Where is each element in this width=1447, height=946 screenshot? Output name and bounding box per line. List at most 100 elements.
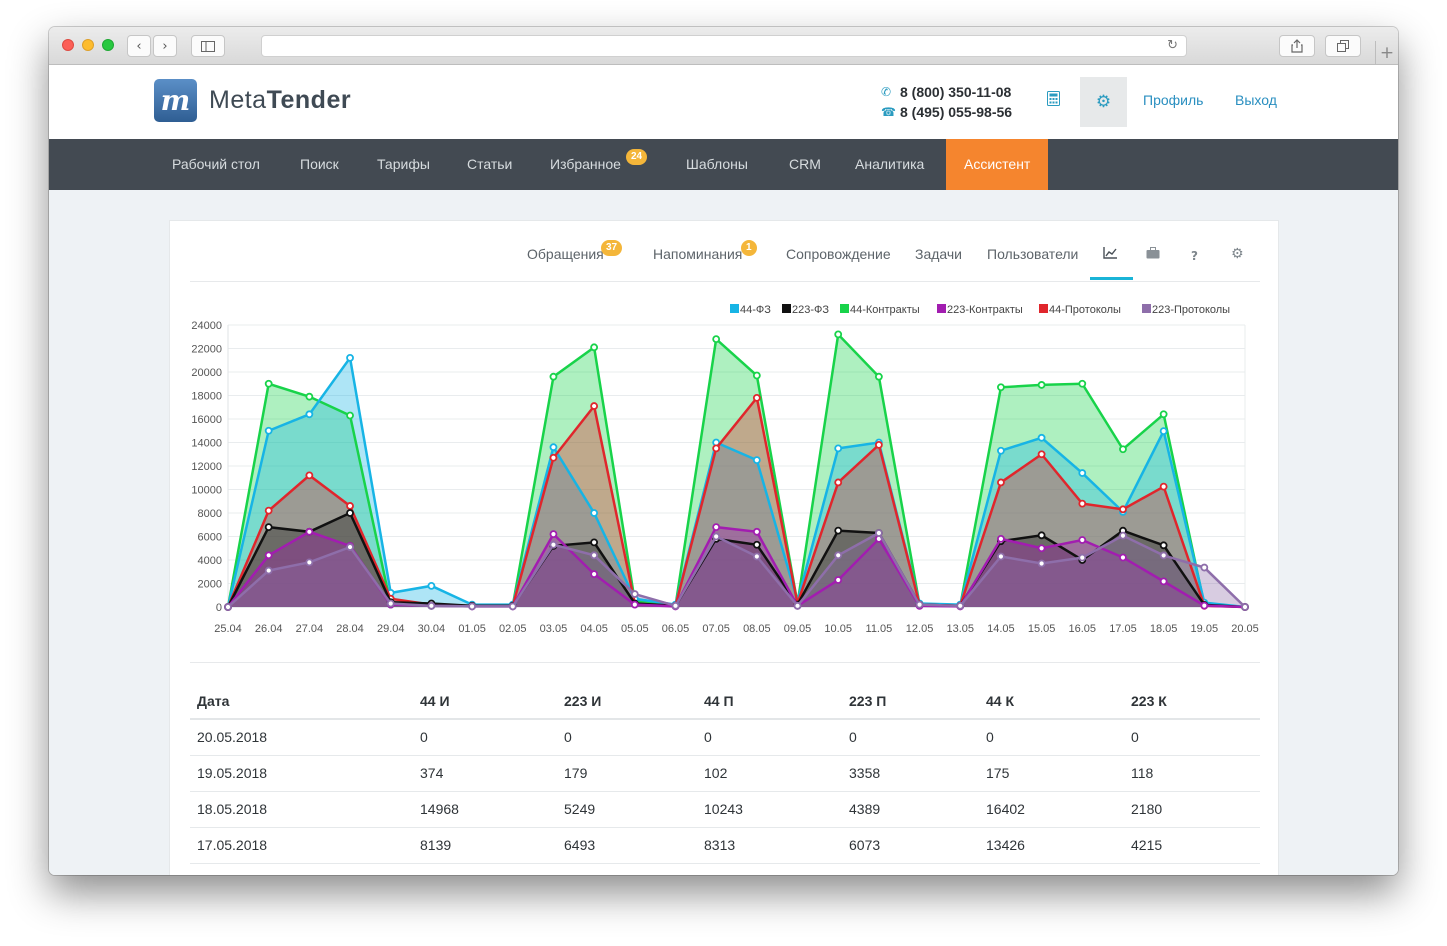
data-point [997, 534, 1005, 543]
data-point [590, 343, 599, 352]
data-point [1037, 381, 1046, 389]
data-point [264, 551, 273, 560]
data-point [1078, 553, 1087, 562]
x-tick-label: 09.05 [784, 623, 812, 635]
cell-44-k: 175 [979, 755, 1124, 792]
new-tab-icon[interactable]: + [1375, 41, 1398, 65]
data-point [549, 530, 558, 539]
legend-label: 223-Контракты [947, 304, 1023, 316]
x-tick-label: 13.05 [946, 623, 974, 635]
chart-table-divider [190, 662, 1260, 663]
assistant-card: Обращения 37 Напоминания 1 Сопровождение… [169, 220, 1279, 875]
data-point [549, 540, 558, 549]
back-icon[interactable]: ‹ [127, 35, 151, 57]
x-tick-label: 18.05 [1150, 623, 1178, 635]
data-point [1037, 433, 1046, 442]
data-point [386, 599, 395, 608]
data-point [590, 538, 599, 547]
data-point [712, 335, 721, 343]
calculator-icon[interactable] [1047, 91, 1060, 110]
browser-titlebar: ‹ › ↻ + [49, 27, 1398, 65]
table-row: 19.05.2018 374 179 102 3358 175 118 [190, 755, 1260, 792]
data-point [630, 600, 639, 609]
legend-swatch [730, 304, 739, 313]
data-point [671, 601, 680, 610]
legend-label: 223-Протоколы [1152, 304, 1230, 316]
y-tick-label: 24000 [191, 320, 222, 332]
tabs-icon[interactable] [1325, 35, 1361, 57]
settings-gear-icon[interactable]: ⚙ [1080, 77, 1127, 127]
data-point [752, 527, 761, 536]
data-point [305, 558, 314, 567]
legend-item: 223-ФЗ [782, 304, 829, 316]
nav-assistant[interactable]: Ассистент [946, 139, 1049, 190]
x-tick-label: 01.05 [458, 623, 486, 635]
main-navbar: Рабочий стол Поиск Тарифы Статьи Избранн… [49, 139, 1398, 190]
data-point [630, 590, 639, 598]
close-window-button[interactable] [62, 39, 74, 51]
data-point [346, 502, 354, 510]
data-point [508, 602, 517, 611]
nav-analytics[interactable]: Аналитика [855, 139, 924, 190]
data-point [468, 602, 476, 611]
y-tick-label: 6000 [198, 532, 222, 544]
x-tick-label: 03.05 [540, 623, 568, 635]
data-point [1159, 410, 1168, 419]
data-point [712, 523, 721, 532]
share-icon[interactable] [1279, 35, 1315, 57]
nav-crm[interactable]: CRM [789, 139, 821, 190]
x-tick-label: 14.05 [987, 623, 1015, 635]
sidebar-icon[interactable] [191, 35, 225, 57]
data-point [590, 402, 599, 410]
y-tick-label: 22000 [191, 344, 222, 356]
y-tick-label: 14000 [191, 438, 222, 450]
zoom-window-button[interactable] [102, 39, 114, 51]
minimize-window-button[interactable] [82, 39, 94, 51]
cell-44-p: 10243 [697, 791, 842, 828]
cell-223-p: 6073 [842, 827, 979, 864]
logout-link[interactable]: Выход [1235, 92, 1277, 108]
x-tick-label: 29.04 [377, 623, 405, 635]
y-tick-label: 10000 [191, 485, 222, 497]
x-tick-label: 08.05 [743, 623, 771, 635]
phone-block: ✆ 8 (800) 350-11-08 ☎ 8 (495) 055-98-56 [881, 82, 1012, 122]
x-tick-label: 02.05 [499, 623, 527, 635]
nav-tariffs[interactable]: Тарифы [377, 139, 430, 190]
data-point [834, 444, 843, 453]
data-point [549, 372, 558, 381]
cell-223-i: 6493 [557, 827, 697, 864]
x-tick-label: 11.05 [866, 623, 893, 635]
data-point [1241, 603, 1249, 611]
cell-44-i: 14968 [413, 791, 557, 828]
nav-search[interactable]: Поиск [300, 139, 339, 190]
x-tick-label: 25.04 [214, 623, 242, 635]
reload-icon[interactable]: ↻ [1167, 38, 1178, 53]
legend-swatch [1142, 304, 1151, 313]
nav-desktop[interactable]: Рабочий стол [172, 139, 260, 190]
forward-icon[interactable]: › [153, 35, 177, 57]
data-point [834, 330, 843, 339]
nav-favorites[interactable]: Избранное [550, 139, 621, 190]
logo-text[interactable]: MetaTender [209, 86, 351, 115]
cell-date: 19.05.2018 [190, 755, 413, 792]
data-point [1159, 427, 1168, 436]
data-point [752, 456, 761, 465]
phone-icon: ✆ [881, 85, 892, 99]
data-point [874, 529, 883, 537]
profile-link[interactable]: Профиль [1143, 92, 1203, 108]
data-point [264, 379, 273, 388]
data-point [427, 581, 436, 590]
legend-swatch [782, 304, 791, 313]
data-point [752, 540, 761, 549]
cell-223-i: 5249 [557, 791, 697, 828]
logo-icon[interactable]: m [154, 79, 197, 122]
nav-templates[interactable]: Шаблоны [686, 139, 748, 190]
col-44-k: 44 К [979, 683, 1124, 720]
cell-223-k: 2180 [1124, 791, 1260, 828]
legend-item: 223-Протоколы [1142, 304, 1230, 316]
address-bar[interactable]: ↻ [261, 35, 1187, 57]
data-point [1037, 450, 1046, 459]
data-point [712, 444, 721, 453]
y-tick-label: 16000 [191, 414, 222, 426]
nav-articles[interactable]: Статьи [467, 139, 512, 190]
